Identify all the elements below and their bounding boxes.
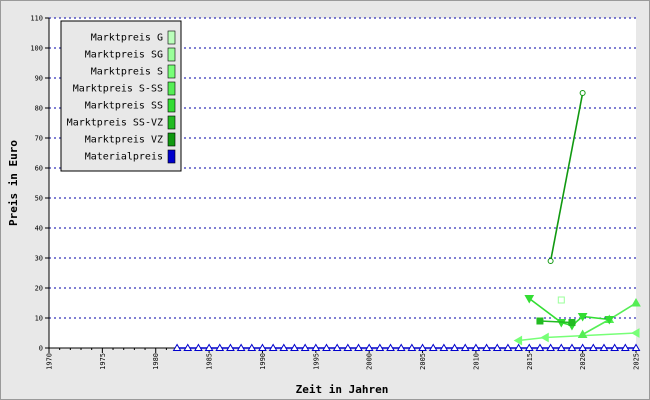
- y-tick-label: 80: [35, 105, 43, 113]
- data-point: [547, 258, 554, 264]
- x-tick-label: 1990: [259, 353, 267, 370]
- y-axis-title: Preis in Euro: [7, 140, 20, 226]
- legend-swatch: [167, 132, 176, 147]
- y-tick-label: 0: [39, 345, 43, 353]
- legend-swatch: [167, 64, 176, 79]
- y-tick-label: 90: [35, 75, 43, 83]
- x-tick-label: 1980: [152, 353, 160, 370]
- x-tick-label: 2020: [579, 353, 587, 370]
- legend-label: Marktpreis VZ: [85, 135, 163, 146]
- legend-swatch: [167, 30, 176, 45]
- legend-swatch: [167, 98, 176, 113]
- legend-label: Marktpreis S: [91, 67, 163, 78]
- x-tick-label: 2000: [366, 353, 374, 370]
- x-tick-label: 2015: [526, 353, 534, 370]
- legend-swatch: [167, 149, 176, 164]
- y-tick-label: 50: [35, 195, 43, 203]
- legend-label: Marktpreis S-SS: [73, 84, 163, 95]
- legend-swatch: [167, 47, 176, 62]
- legend-swatch: [167, 115, 176, 130]
- x-tick-label: 1985: [206, 353, 214, 370]
- y-tick-label: 40: [35, 225, 43, 233]
- data-point: [579, 90, 586, 96]
- y-tick-label: 100: [30, 45, 43, 53]
- legend-label: Marktpreis SS: [85, 101, 163, 112]
- legend-label: Marktpreis G: [91, 33, 163, 44]
- legend: Marktpreis G Marktpreis SG Marktpreis S Mar…: [60, 20, 182, 172]
- x-tick-label: 2005: [419, 353, 427, 370]
- y-tick-label: 70: [35, 135, 43, 143]
- x-tick-label: 1970: [46, 353, 54, 370]
- legend-label: Materialpreis: [85, 152, 163, 163]
- x-axis-title: Zeit in Jahren: [296, 383, 389, 396]
- legend-label: Marktpreis SG: [85, 50, 163, 61]
- legend-swatch: [167, 81, 176, 96]
- data-point: [557, 296, 565, 304]
- y-tick-label: 110: [30, 15, 43, 23]
- data-point: [536, 317, 544, 325]
- data-point: [568, 319, 576, 326]
- series-marktpreis-sg: [557, 296, 565, 304]
- x-tick-label: 1975: [99, 353, 107, 370]
- x-tick-label: 2025: [633, 353, 641, 370]
- x-tick-label: 1995: [312, 353, 320, 370]
- legend-box: [60, 20, 182, 172]
- y-tick-label: 10: [35, 315, 43, 323]
- price-chart: 0 10 20 30 40 50 60 70 80 90 100 110 1970 1975 1980 198…: [7, 15, 641, 396]
- y-tick-label: 20: [35, 285, 43, 293]
- y-tick-label: 30: [35, 255, 43, 263]
- x-tick-label: 2010: [472, 353, 480, 370]
- legend-label: Marktpreis SS-VZ: [67, 118, 163, 129]
- y-tick-label: 60: [35, 165, 43, 173]
- chart-frame: 0 10 20 30 40 50 60 70 80 90 100 110 1970 1975 1980 198…: [0, 0, 650, 400]
